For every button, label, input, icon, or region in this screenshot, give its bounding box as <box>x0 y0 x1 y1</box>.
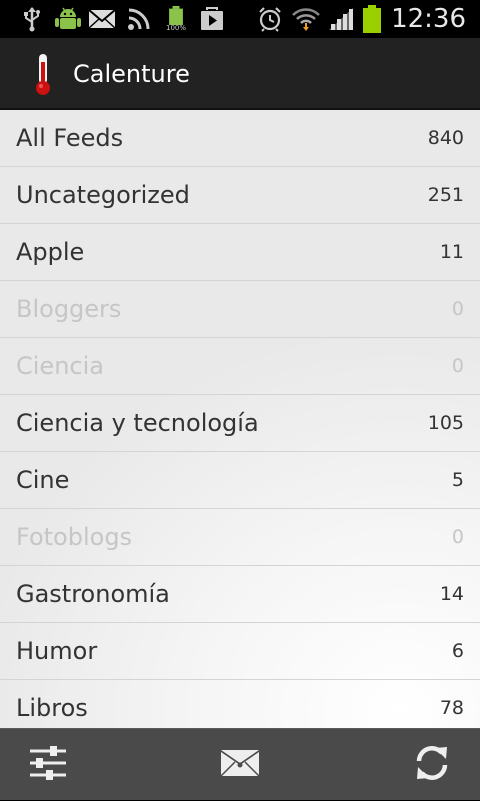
status-bar: 100% 12:36 <box>0 0 480 38</box>
wifi-icon <box>290 6 322 32</box>
feed-unread-count: 78 <box>439 697 464 719</box>
feed-name: Bloggers <box>16 295 122 323</box>
feed-unread-count: 0 <box>451 526 464 548</box>
signal-icon <box>326 6 356 32</box>
settings-sliders-icon <box>28 744 68 786</box>
feed-row-all-feeds[interactable]: All Feeds 840 <box>0 110 480 167</box>
feed-row-libros[interactable]: Libros 78 <box>0 680 480 728</box>
usb-icon <box>20 6 44 32</box>
feed-unread-count: 0 <box>451 298 464 320</box>
play-store-icon <box>198 6 226 32</box>
email-icon <box>88 6 116 32</box>
battery-full-icon: 100% <box>162 6 190 32</box>
feed-unread-count: 11 <box>439 241 464 263</box>
feed-unread-count: 840 <box>427 127 464 149</box>
feed-name: Humor <box>16 637 98 665</box>
feed-row-humor[interactable]: Humor 6 <box>0 623 480 680</box>
feed-list[interactable]: All Feeds 840 Uncategorized 251 Apple 11… <box>0 110 480 728</box>
feed-row-ciencia[interactable]: Ciencia 0 <box>0 338 480 395</box>
feed-name: All Feeds <box>16 124 124 152</box>
feed-row-bloggers[interactable]: Bloggers 0 <box>0 281 480 338</box>
feed-unread-count: 14 <box>439 583 464 605</box>
feed-name: Ciencia y tecnología <box>16 409 259 437</box>
feed-unread-count: 5 <box>451 469 464 491</box>
feed-row-apple[interactable]: Apple 11 <box>0 224 480 281</box>
settings-button[interactable] <box>0 729 96 801</box>
status-clock: 12:36 <box>391 4 466 34</box>
app-title: Calenture <box>73 60 190 88</box>
refresh-icon <box>413 744 451 786</box>
feed-name: Ciencia <box>16 352 104 380</box>
feed-row-gastronomia[interactable]: Gastronomía 14 <box>0 566 480 623</box>
battery-charging-icon <box>360 5 384 33</box>
feed-name: Uncategorized <box>16 181 190 209</box>
android-debug-icon <box>54 6 82 32</box>
feed-name: Apple <box>16 238 85 266</box>
feed-row-ciencia-y-tecnologia[interactable]: Ciencia y tecnología 105 <box>0 395 480 452</box>
battery-percent-label: 100% <box>165 24 186 32</box>
action-bar: Calenture <box>0 38 480 110</box>
feed-unread-count: 105 <box>427 412 464 434</box>
feed-name: Fotoblogs <box>16 523 133 551</box>
feed-row-uncategorized[interactable]: Uncategorized 251 <box>0 167 480 224</box>
feed-name: Gastronomía <box>16 580 170 608</box>
refresh-button[interactable] <box>384 729 480 801</box>
rss-icon <box>126 6 152 32</box>
feed-row-fotoblogs[interactable]: Fotoblogs 0 <box>0 509 480 566</box>
feed-unread-count: 6 <box>451 640 464 662</box>
feed-unread-count: 0 <box>451 355 464 377</box>
bottom-action-bar <box>0 728 480 800</box>
feed-name: Libros <box>16 694 88 722</box>
mark-all-read-button[interactable] <box>192 729 288 801</box>
feed-name: Cine <box>16 466 70 494</box>
feed-unread-count: 251 <box>427 184 464 206</box>
thermometer-icon[interactable] <box>28 52 58 96</box>
alarm-icon <box>256 6 284 32</box>
mark-read-envelope-icon <box>220 748 260 782</box>
feed-row-cine[interactable]: Cine 5 <box>0 452 480 509</box>
